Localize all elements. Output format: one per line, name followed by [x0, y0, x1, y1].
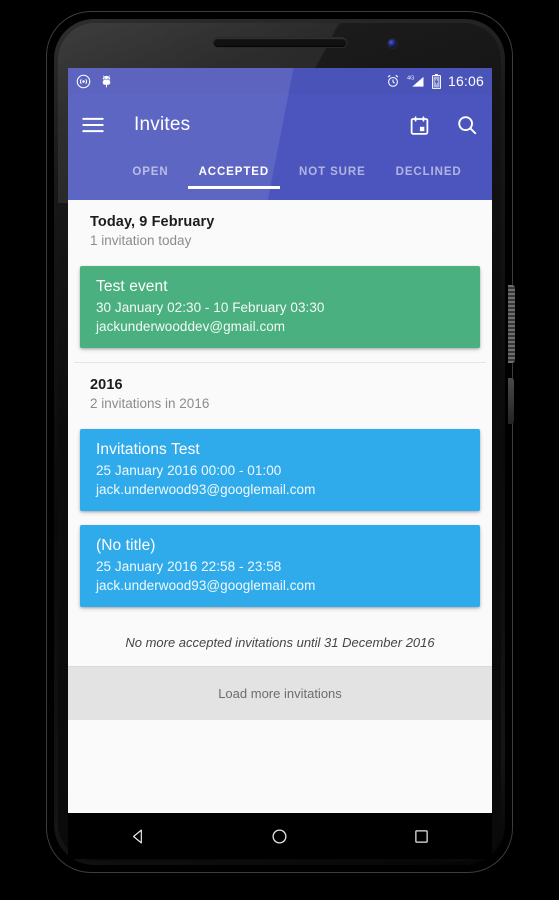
alarm-icon	[387, 74, 399, 87]
app-bar-actions	[409, 114, 478, 136]
card-time: 25 January 2016 22:58 - 23:58	[96, 559, 282, 574]
android-nav-bar	[68, 813, 492, 859]
status-bar-clock: 16:06	[447, 73, 484, 89]
screenshot-stage: 4G 16:06 Invites OPEN ACCEPTED NOT SURE …	[0, 0, 559, 900]
card-title: (No title)	[96, 537, 156, 554]
search-icon[interactable]	[456, 114, 478, 136]
card-title: Invitations Test	[96, 441, 200, 458]
section-title: 2016	[90, 377, 123, 393]
cast-icon	[76, 74, 91, 88]
volume-button[interactable]	[508, 378, 514, 424]
status-bar-right-icons: 4G 16:06	[386, 73, 484, 89]
status-bar: 4G 16:06	[68, 68, 492, 94]
section-subtitle: 2 invitations in 2016	[90, 396, 210, 411]
tab-not-sure[interactable]: NOT SURE	[299, 156, 366, 178]
card-time: 25 January 2016 00:00 - 01:00	[96, 463, 282, 478]
section-subtitle: 1 invitation today	[90, 233, 192, 248]
front-camera	[388, 39, 397, 48]
signal-4g-icon: 4G	[407, 76, 424, 87]
page-title: Invites	[134, 114, 191, 135]
section-title: Today, 9 February	[90, 214, 215, 230]
section-header-2016: 2016 2 invitations in 2016	[68, 363, 492, 415]
status-bar-left-icons	[76, 74, 113, 89]
card-time: 30 January 02:30 - 10 February 03:30	[96, 300, 325, 315]
load-more-button[interactable]: Load more invitations	[68, 666, 492, 720]
phone-screen: 4G 16:06 Invites OPEN ACCEPTED NOT SURE …	[68, 68, 492, 813]
hamburger-menu-icon[interactable]	[82, 117, 104, 133]
battery-charging-icon	[431, 73, 441, 89]
invitations-list: Today, 9 February 1 invitation today Tes…	[68, 200, 492, 813]
power-button[interactable]	[508, 285, 515, 363]
section-header-today: Today, 9 February 1 invitation today	[68, 200, 492, 252]
tab-open[interactable]: OPEN	[132, 156, 168, 178]
card-email: jack.underwood93@googlemail.com	[96, 482, 316, 497]
recents-square-icon[interactable]	[398, 813, 444, 859]
card-title: Test event	[96, 278, 168, 295]
svg-text:4G: 4G	[407, 76, 414, 82]
home-circle-icon[interactable]	[257, 813, 303, 859]
invitation-card[interactable]: Invitations Test 25 January 2016 00:00 -…	[80, 429, 480, 511]
earpiece-speaker	[212, 37, 347, 48]
invitation-card[interactable]: (No title) 25 January 2016 22:58 - 23:58…	[80, 525, 480, 607]
calendar-icon[interactable]	[409, 115, 430, 136]
no-more-invitations-text: No more accepted invitations until 31 De…	[125, 635, 435, 650]
tab-accepted[interactable]: ACCEPTED	[187, 156, 281, 189]
invitation-card[interactable]: Test event 30 January 02:30 - 10 Februar…	[80, 266, 480, 348]
card-email: jack.underwood93@googlemail.com	[96, 578, 316, 593]
tab-bar: OPEN ACCEPTED NOT SURE DECLINED	[68, 156, 492, 200]
android-bug-icon	[102, 74, 111, 87]
back-triangle-icon[interactable]	[116, 813, 162, 859]
tab-declined[interactable]: DECLINED	[396, 156, 462, 178]
app-bar: Invites	[68, 94, 492, 156]
card-email: jackunderwooddev@gmail.com	[96, 319, 286, 334]
